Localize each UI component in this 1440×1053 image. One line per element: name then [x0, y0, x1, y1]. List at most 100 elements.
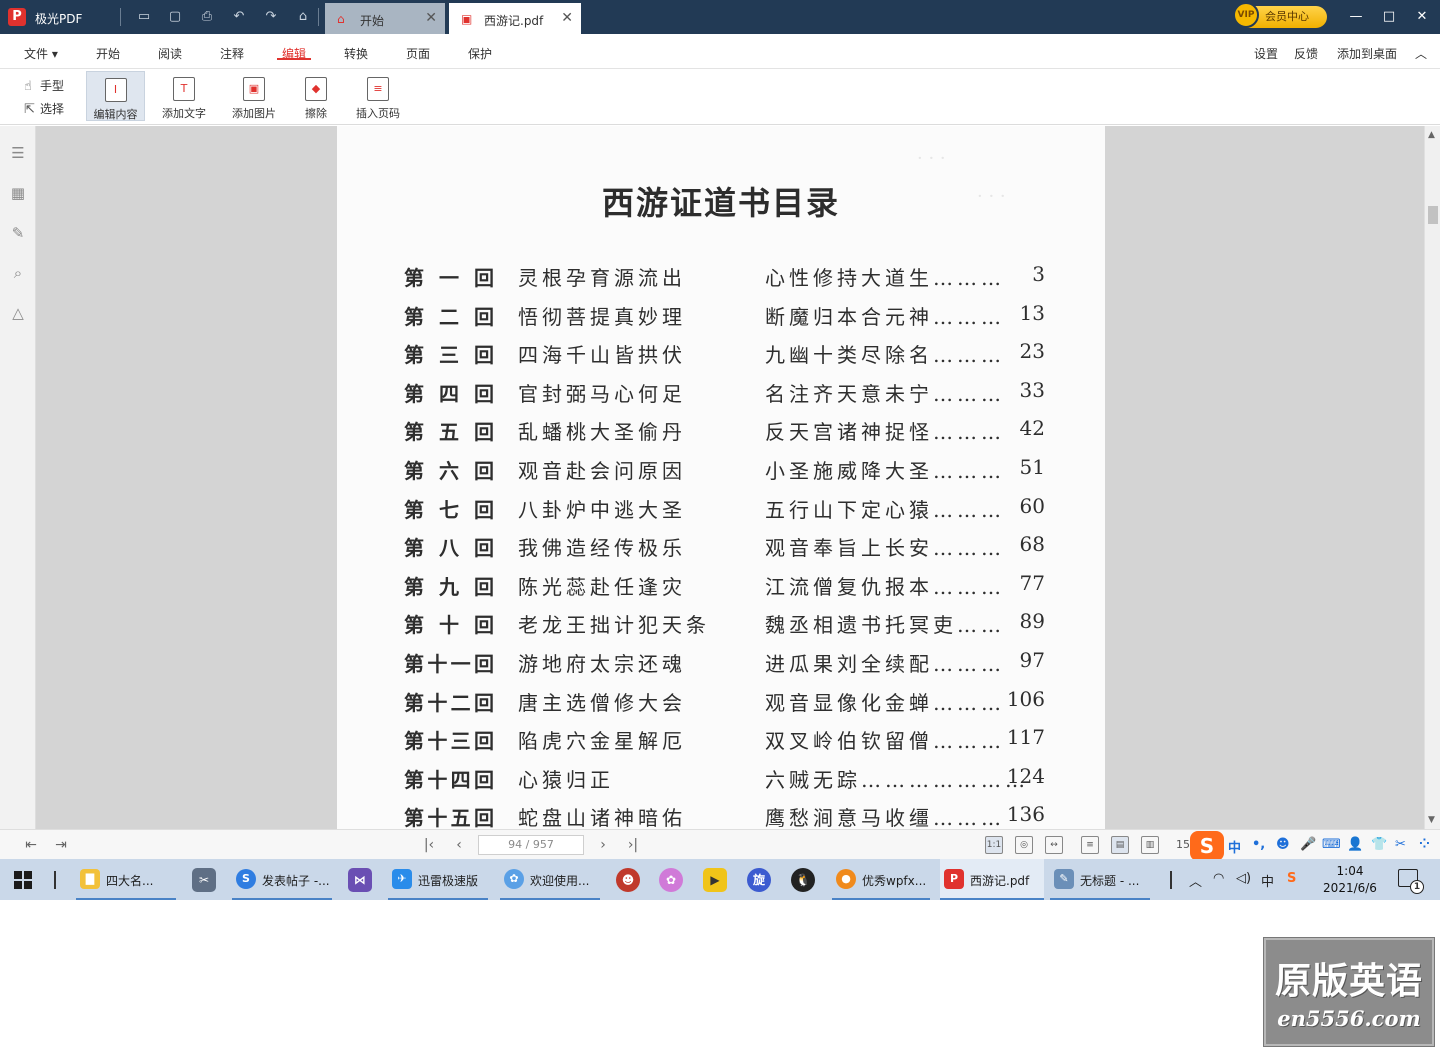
tray-ime-mode[interactable]: 中: [1261, 871, 1274, 890]
collapse-ribbon-icon[interactable]: ︿: [1415, 45, 1427, 62]
tray-chevron-icon[interactable]: ︿: [1189, 871, 1202, 890]
divider: [54, 871, 56, 889]
xuan-app-icon[interactable]: 旋: [747, 868, 771, 892]
notification-center-icon[interactable]: 1: [1398, 869, 1424, 894]
thumbnails-icon[interactable]: ▦: [8, 183, 28, 203]
ime-menu-icon[interactable]: ⁘: [1419, 837, 1430, 852]
toc-row: 第八回 我佛造经传极乐 观音奉旨上长安……… 68: [337, 532, 1105, 566]
document-viewer[interactable]: · · · · · · 西游证道书目录 第一回 灵根孕育源流出 心性修持大道生…………: [36, 126, 1424, 829]
save-icon[interactable]: ▢: [167, 9, 183, 25]
taskbar-app-wpf[interactable]: ● 优秀wpfx...: [832, 859, 930, 900]
ime-skin-icon[interactable]: 👕: [1371, 837, 1387, 852]
menu-file[interactable]: 文件 ▾: [24, 45, 58, 62]
menu-protect[interactable]: 保护: [468, 45, 492, 62]
taskbar-app-pdf[interactable]: P 西游记.pdf: [940, 859, 1044, 900]
time: 1:04: [1336, 864, 1364, 878]
qq-icon[interactable]: 🐧: [791, 868, 815, 892]
hand-tool[interactable]: ☝ 手型: [24, 77, 64, 94]
close-tab-icon[interactable]: ✕: [561, 10, 573, 26]
toc-title-first: 我佛造经传极乐: [518, 536, 686, 561]
toc-chapter-number: 第十二回: [404, 690, 494, 715]
expand-icon[interactable]: ⇥: [52, 836, 70, 854]
network-icon[interactable]: ◠: [1213, 871, 1224, 886]
tray-sogou-icon[interactable]: S: [1287, 871, 1296, 886]
scroll-up-icon[interactable]: ▲: [1428, 130, 1435, 140]
vertical-scrollbar[interactable]: ▲ ▼: [1424, 126, 1440, 829]
annotations-icon[interactable]: ✎: [8, 223, 28, 243]
open-folder-icon[interactable]: ▭: [136, 9, 152, 25]
game-avatar-icon[interactable]: ☻: [616, 868, 640, 892]
erase-button[interactable]: ◆ 擦除: [294, 71, 338, 121]
search-icon[interactable]: ⌕: [8, 263, 28, 283]
outline-icon[interactable]: ☰: [8, 143, 28, 163]
sogou-ime-logo-icon[interactable]: S: [1190, 831, 1224, 861]
scrollbar-thumb[interactable]: [1428, 206, 1438, 224]
screenshot-tool-icon[interactable]: ✂: [192, 868, 216, 892]
zoom-level[interactable]: 15: [1176, 838, 1190, 851]
add-text-button[interactable]: T 添加文字: [154, 71, 214, 121]
taskbar-app-paint[interactable]: ✎ 无标题 - ...: [1050, 859, 1150, 900]
collapse-left-icon[interactable]: ⇤: [22, 836, 40, 854]
two-page-icon[interactable]: ▥: [1141, 836, 1159, 854]
windows-start-icon[interactable]: [14, 871, 32, 889]
menu-annotate[interactable]: 注释: [220, 45, 244, 62]
app-name: 极光PDF: [35, 12, 83, 26]
active-menu-underline: [277, 58, 311, 60]
menu-convert[interactable]: 转换: [344, 45, 368, 62]
edit-content-icon: I: [104, 78, 127, 102]
tab-start[interactable]: ⌂ 开始 ✕: [325, 3, 445, 34]
vip-crown-icon: VIP: [1233, 2, 1259, 28]
print-icon[interactable]: ⎙: [199, 9, 215, 25]
menu-add-to-desktop[interactable]: 添加到桌面: [1337, 45, 1397, 62]
ime-keyboard-icon[interactable]: ⌨: [1322, 837, 1341, 852]
home-icon[interactable]: ⌂: [295, 9, 311, 25]
tab-document[interactable]: ▣ 西游记.pdf ✕: [449, 3, 581, 34]
prev-page-icon[interactable]: ‹: [450, 836, 468, 854]
menu-read[interactable]: 阅读: [158, 45, 182, 62]
add-image-button[interactable]: ▣ 添加图片: [224, 71, 284, 121]
single-page-icon[interactable]: ▤: [1111, 836, 1129, 854]
visual-studio-icon[interactable]: ⋈: [348, 868, 372, 892]
menu-settings[interactable]: 设置: [1254, 45, 1278, 62]
taskbar-app-browser[interactable]: S 发表帖子 -...: [232, 859, 332, 900]
scroll-down-icon[interactable]: ▼: [1428, 815, 1435, 825]
undo-icon[interactable]: ↶: [231, 9, 247, 25]
actual-size-icon[interactable]: 1:1: [985, 836, 1003, 854]
clock[interactable]: 1:04 2021/6/6: [1318, 863, 1382, 897]
vip-center-button[interactable]: VIP 会员中心: [1233, 2, 1327, 28]
insert-page-number-button[interactable]: ≡ 插入页码: [348, 71, 408, 121]
toc-row: 第十二回 唐主选僧修大会 观音显像化金蝉……… 106: [337, 687, 1105, 721]
taskbar-app-folder[interactable]: ▇ 四大名...: [76, 859, 176, 900]
taskbar-app-thunder[interactable]: ✈ 迅雷极速版: [388, 859, 488, 900]
bleed-through-text: · · ·: [917, 148, 946, 169]
ime-user-icon[interactable]: 👤: [1347, 837, 1363, 852]
menu-page[interactable]: 页面: [406, 45, 430, 62]
close-button[interactable]: ✕: [1412, 8, 1432, 26]
next-page-icon[interactable]: ›: [594, 836, 612, 854]
redo-icon[interactable]: ↷: [263, 9, 279, 25]
ime-tools-icon[interactable]: ✂: [1395, 837, 1406, 852]
fit-page-icon[interactable]: ◎: [1015, 836, 1033, 854]
signature-icon[interactable]: △: [8, 303, 28, 323]
edit-content-button[interactable]: I 编辑内容: [86, 71, 145, 121]
toc-page-number: 77: [1019, 570, 1045, 595]
page-number-input[interactable]: 94 / 957: [478, 835, 584, 855]
last-page-icon[interactable]: ›|: [624, 836, 642, 854]
select-tool[interactable]: ⇱ 选择: [24, 100, 64, 117]
close-tab-icon[interactable]: ✕: [425, 10, 437, 26]
taskbar-app-welcome[interactable]: ✿ 欢迎使用...: [500, 859, 600, 900]
menu-start[interactable]: 开始: [96, 45, 120, 62]
first-page-icon[interactable]: |‹: [420, 836, 438, 854]
fit-width-icon[interactable]: ↔: [1045, 836, 1063, 854]
ime-punctuation-icon[interactable]: •,: [1252, 837, 1265, 852]
ime-mode[interactable]: 中: [1228, 837, 1241, 856]
flower-app-icon[interactable]: ✿: [659, 868, 683, 892]
menu-feedback[interactable]: 反馈: [1294, 45, 1318, 62]
ime-voice-icon[interactable]: 🎤: [1300, 837, 1316, 852]
continuous-view-icon[interactable]: ≡: [1081, 836, 1099, 854]
player-icon[interactable]: ▶: [703, 868, 727, 892]
maximize-button[interactable]: □: [1379, 8, 1399, 26]
ime-emoji-icon[interactable]: ☻: [1276, 837, 1290, 852]
minimize-button[interactable]: —: [1346, 8, 1366, 26]
volume-icon[interactable]: ◁): [1236, 871, 1251, 886]
